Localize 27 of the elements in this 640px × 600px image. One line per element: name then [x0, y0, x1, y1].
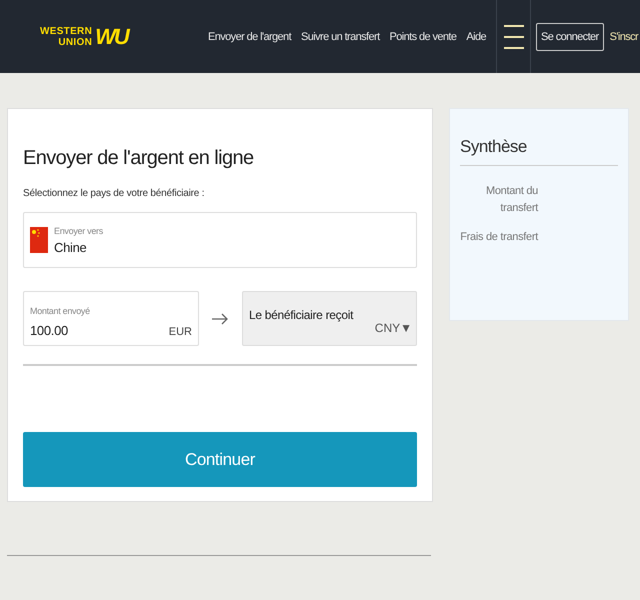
logo-text: UNION	[58, 36, 92, 48]
arrow-icon	[212, 312, 228, 324]
logo-text: WESTERN	[40, 26, 92, 36]
nav-link[interactable]: Aide	[466, 30, 486, 42]
menu-icon[interactable]	[504, 24, 524, 50]
field-label: Le bénéficiaire reçoit	[249, 308, 354, 322]
nav-link[interactable]: Envoyer de l'argent	[208, 30, 292, 42]
form-title: Envoyer de l'argent en ligne	[23, 147, 255, 170]
field-label: Envoyer vers	[54, 226, 103, 236]
nav-link[interactable]: Suivre un transfert	[301, 30, 380, 42]
signup-link[interactable]: S'inscr	[610, 30, 638, 42]
country-prompt: Sélectionnez le pays de votre bénéficiaire :	[23, 188, 206, 199]
field-label: Montant envoyé	[30, 306, 90, 316]
summary-title: Synthèse	[460, 137, 618, 166]
currency-dropdown[interactable]: CNY▼	[374, 321, 412, 335]
login-button[interactable]: Se connecter	[536, 22, 604, 50]
field-value: Chine	[54, 240, 88, 254]
receive-field[interactable]: Le bénéficiaire reçoit CNY▼	[242, 291, 417, 346]
field-value: 100.00	[30, 323, 68, 338]
amount-field[interactable]: Montant envoyé 100.00 EUR	[23, 291, 199, 346]
nav-link[interactable]: Points de vente	[390, 30, 456, 42]
destination-field[interactable]: Envoyer vers Chine	[23, 212, 417, 268]
flag-icon	[30, 227, 48, 253]
summary-label: Montant du transfert	[484, 184, 538, 216]
logo-mark: WU	[95, 24, 128, 50]
currency-label: EUR	[168, 326, 192, 338]
summary-label: Frais de transfert	[460, 230, 538, 245]
